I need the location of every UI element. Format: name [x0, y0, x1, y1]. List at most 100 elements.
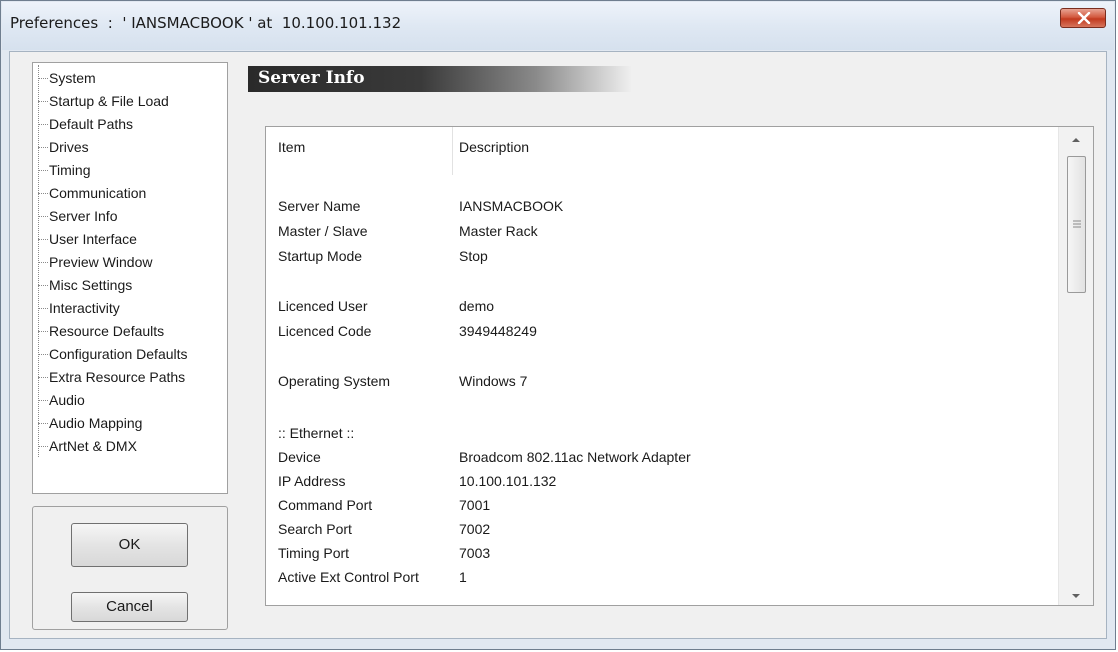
tree-item-default-paths[interactable]: Default Paths	[33, 113, 227, 136]
tree-item-artnet-dmx[interactable]: ArtNet & DMX	[33, 435, 227, 458]
list-item[interactable]: Operating System Windows 7	[266, 369, 1056, 393]
tree-item-user-interface[interactable]: User Interface	[33, 228, 227, 251]
tree-item-label: ArtNet & DMX	[49, 438, 137, 454]
item-cell: Licenced User	[278, 298, 368, 314]
tree-item-label: Extra Resource Paths	[49, 369, 186, 385]
vertical-scrollbar[interactable]	[1058, 127, 1093, 605]
section-header: Server Info	[248, 66, 632, 92]
description-cell: 7001	[459, 497, 491, 513]
tree-connector	[38, 262, 48, 263]
description-cell: 7003	[459, 545, 491, 561]
tree-item-communication[interactable]: Communication	[33, 182, 227, 205]
scroll-down-arrow-icon[interactable]	[1069, 591, 1083, 601]
server-info-list[interactable]: Item Description Server Name IANSMACBOOK…	[265, 126, 1094, 606]
item-cell: Startup Mode	[278, 248, 363, 264]
title-bar[interactable]: Preferences : ' IANSMACBOOK ' at 10.100.…	[2, 2, 1114, 50]
list-item[interactable]: Licenced Code 3949448249	[266, 319, 1056, 343]
description-cell: 3949448249	[459, 323, 537, 339]
tree-connector	[38, 239, 48, 240]
list-item[interactable]: :: Ethernet ::	[266, 421, 1056, 445]
tree-item-audio[interactable]: Audio	[33, 389, 227, 412]
tree-item-label: Communication	[49, 185, 147, 201]
tree-connector	[38, 400, 48, 401]
item-cell: Command Port	[278, 497, 373, 513]
list-item[interactable]: IP Address 10.100.101.132	[266, 469, 1056, 493]
preferences-tree: System Startup & File Load Default Paths…	[32, 62, 228, 494]
item-cell: Search Port	[278, 521, 352, 537]
tree-item-label: System	[49, 70, 96, 86]
tree-item-resource-defaults[interactable]: Resource Defaults	[33, 320, 227, 343]
item-cell: Active Ext Control Port	[278, 569, 419, 585]
tree-item-startup-file-load[interactable]: Startup & File Load	[33, 90, 227, 113]
description-cell: Stop	[459, 248, 488, 264]
tree-item-audio-mapping[interactable]: Audio Mapping	[33, 412, 227, 435]
list-item[interactable]: Server Name IANSMACBOOK	[266, 194, 1056, 218]
list-item[interactable]: Licenced User demo	[266, 294, 1056, 318]
list-item[interactable]: Master / Slave Master Rack	[266, 219, 1056, 243]
list-item[interactable]: Startup Mode Stop	[266, 244, 1056, 268]
column-header-description[interactable]: Description	[459, 139, 529, 155]
item-cell: IP Address	[278, 473, 346, 489]
list-item[interactable]: Search Port 7002	[266, 517, 1056, 541]
tree-item-server-info[interactable]: Server Info	[33, 205, 227, 228]
tree-connector	[38, 331, 48, 332]
section-title: Server Info	[258, 68, 365, 88]
list-item[interactable]: Command Port 7001	[266, 493, 1056, 517]
tree-connector	[38, 446, 48, 447]
item-cell: Server Name	[278, 198, 361, 214]
tree-item-extra-resource-paths[interactable]: Extra Resource Paths	[33, 366, 227, 389]
tree-connector	[38, 78, 48, 79]
item-cell: Licenced Code	[278, 323, 372, 339]
list-item[interactable]: Device Broadcom 802.11ac Network Adapter	[266, 445, 1056, 469]
button-group: OK Cancel	[32, 506, 228, 630]
tree-item-misc-settings[interactable]: Misc Settings	[33, 274, 227, 297]
close-button[interactable]	[1060, 8, 1106, 28]
item-cell: :: Ethernet ::	[278, 425, 355, 441]
tree-connector	[38, 377, 48, 378]
tree-item-preview-window[interactable]: Preview Window	[33, 251, 227, 274]
tree-connector	[38, 193, 48, 194]
tree-item-label: Server Info	[49, 208, 118, 224]
tree-connector	[38, 354, 48, 355]
scrollbar-thumb[interactable]	[1067, 156, 1086, 293]
grip-icon	[1073, 220, 1081, 228]
list-item[interactable]: Active Ext Control Port 1	[266, 565, 1056, 589]
tree-item-label: User Interface	[49, 231, 137, 247]
cancel-button[interactable]: Cancel	[71, 592, 188, 622]
description-cell: IANSMACBOOK	[459, 198, 564, 214]
list-item[interactable]: Timing Port 7003	[266, 541, 1056, 565]
description-cell: Master Rack	[459, 223, 538, 239]
tree-connector	[38, 285, 48, 286]
tree-item-label: Interactivity	[49, 300, 120, 316]
description-cell: demo	[459, 298, 495, 314]
tree-connector	[38, 170, 48, 171]
tree-item-label: Configuration Defaults	[49, 346, 188, 362]
tree-item-timing[interactable]: Timing	[33, 159, 227, 182]
description-cell: Windows 7	[459, 373, 528, 389]
tree-item-system[interactable]: System	[33, 67, 227, 90]
tree-item-drives[interactable]: Drives	[33, 136, 227, 159]
description-cell: Broadcom 802.11ac Network Adapter	[459, 449, 691, 465]
tree-item-label: Drives	[49, 139, 89, 155]
tree-connector	[38, 216, 48, 217]
tree-item-label: Preview Window	[49, 254, 153, 270]
tree-item-label: Timing	[49, 162, 91, 178]
window-title: Preferences : ' IANSMACBOOK ' at 10.100.…	[10, 14, 402, 32]
item-cell: Master / Slave	[278, 223, 368, 239]
tree-item-label: Resource Defaults	[49, 323, 165, 339]
column-header-item[interactable]: Item	[278, 139, 305, 155]
tree-connector	[38, 423, 48, 424]
scroll-up-arrow-icon[interactable]	[1069, 135, 1083, 145]
tree-item-interactivity[interactable]: Interactivity	[33, 297, 227, 320]
tree-item-label: Audio Mapping	[49, 415, 143, 431]
tree-item-label: Startup & File Load	[49, 93, 169, 109]
tree-item-configuration-defaults[interactable]: Configuration Defaults	[33, 343, 227, 366]
tree-connector	[38, 101, 48, 102]
tree-item-label: Audio	[49, 392, 85, 408]
column-divider	[452, 127, 453, 175]
dialog-client-area: System Startup & File Load Default Paths…	[9, 51, 1107, 639]
tree-connector	[38, 308, 48, 309]
description-cell: 7002	[459, 521, 491, 537]
ok-button[interactable]: OK	[71, 523, 188, 567]
tree-item-label: Misc Settings	[49, 277, 133, 293]
